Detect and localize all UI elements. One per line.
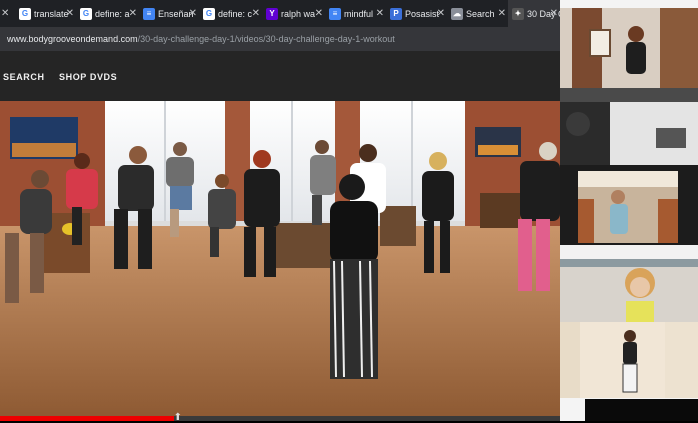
tab-title: Search	[466, 8, 495, 19]
browser-tab[interactable]: P Posasist ✕	[386, 0, 447, 27]
browser-tab[interactable]: Yralph wa ✕	[262, 0, 325, 27]
close-icon[interactable]: ✕	[129, 8, 137, 19]
video-progress-bar[interactable]: ⬆	[0, 412, 560, 423]
workout-video[interactable]	[0, 101, 560, 417]
browser-tab[interactable]: Gdefine: c ✕	[199, 0, 262, 27]
participant-video	[560, 8, 698, 88]
browser-tab[interactable]: ☁ Search ✕	[447, 0, 508, 27]
coffee-table	[275, 223, 335, 268]
shop-dvds-link[interactable]: SHOP DVDS	[59, 72, 117, 82]
site-favicon-icon: ✦	[512, 7, 524, 20]
google-favicon-icon: G	[80, 7, 92, 20]
url-host: www.bodygrooveondemand.com	[7, 34, 138, 44]
close-icon[interactable]: ✕	[315, 8, 323, 19]
participant-video	[560, 245, 698, 322]
browser-tab[interactable]: ≡ mindful ✕	[325, 0, 386, 27]
search-link[interactable]: SEARCH	[3, 72, 45, 82]
close-icon[interactable]: ✕	[189, 8, 197, 19]
browser-tab[interactable]: ≡ Enseñan ✕	[139, 0, 199, 27]
tab-title: translate	[34, 8, 69, 19]
cursor-icon: ⬆	[173, 412, 182, 423]
tab-title: mindful	[344, 8, 374, 19]
close-icon[interactable]: ✕	[550, 8, 558, 19]
participant-video	[560, 88, 698, 165]
close-icon[interactable]: ✕	[1, 8, 9, 19]
docs-favicon-icon: ≡	[143, 7, 155, 20]
panel-footer	[585, 399, 698, 421]
url-path: /30-day-challenge-day-1/videos/30-day-ch…	[137, 34, 395, 44]
participant-tile[interactable]	[560, 245, 698, 322]
blue-favicon-icon: P	[390, 7, 402, 20]
browser-tab[interactable]: Gdefine: a ✕	[76, 0, 139, 27]
tab-title: define: c	[218, 8, 253, 19]
close-icon[interactable]: ✕	[437, 8, 445, 19]
google-favicon-icon: G	[203, 7, 215, 20]
participant-video	[560, 322, 698, 398]
tab-title: Posasist	[405, 8, 440, 19]
lead-dancer	[330, 174, 378, 379]
video-call-panel	[560, 0, 698, 421]
participant-video	[560, 165, 698, 245]
stool	[380, 206, 416, 246]
docs-favicon-icon: ≡	[329, 7, 341, 20]
tab-title: ralph wa	[281, 8, 316, 19]
participant-tile[interactable]	[560, 8, 698, 88]
address-bar[interactable]: www.bodygrooveondemand.com/30-day-challe…	[0, 27, 560, 51]
url-text[interactable]: www.bodygrooveondemand.com/30-day-challe…	[7, 34, 395, 44]
browser-tab[interactable]: ✦30 Day C✕	[508, 0, 560, 27]
close-icon[interactable]: ✕	[252, 8, 260, 19]
participant-tile[interactable]	[560, 88, 698, 165]
video-progress-fill	[0, 416, 174, 421]
participant-tile[interactable]	[560, 322, 698, 398]
close-icon[interactable]: ✕	[498, 8, 506, 19]
google-favicon-icon: G	[19, 7, 31, 20]
site-header: SEARCH SHOP DVDS	[0, 51, 560, 101]
yahoo-favicon-icon: Y	[266, 7, 278, 20]
close-icon[interactable]: ✕	[66, 8, 74, 19]
close-icon[interactable]: ✕	[376, 8, 384, 19]
participant-tile[interactable]	[560, 165, 698, 245]
tab-title: define: a	[95, 8, 130, 19]
tab-close-partial[interactable]: ✕	[0, 0, 15, 27]
browser-tab-bar: ✕ Gtranslate ✕ Gdefine: a ✕ ≡ Enseñan ✕ Gdefine:…	[0, 0, 560, 27]
cloud-favicon-icon: ☁	[451, 7, 463, 20]
video-frame	[0, 101, 560, 417]
browser-tab[interactable]: Gtranslate ✕	[15, 0, 76, 27]
